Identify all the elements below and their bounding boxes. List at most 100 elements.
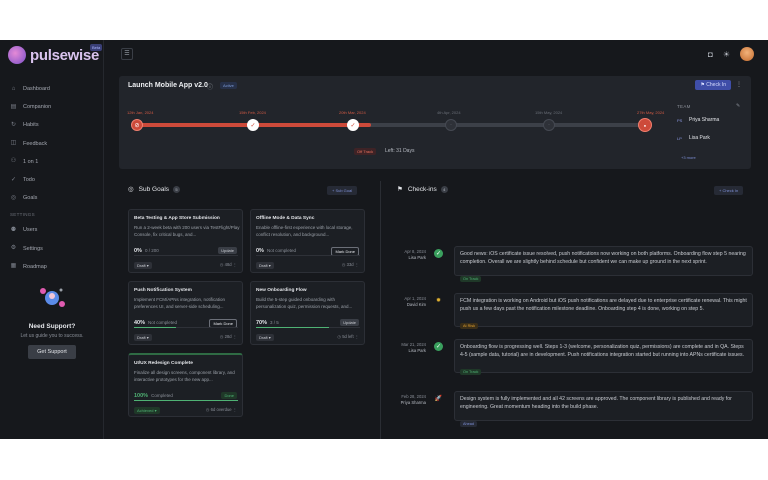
- goal-title: Launch Mobile App v2.0: [128, 82, 208, 89]
- member-initials: LP: [677, 135, 682, 141]
- target-icon: ◎: [128, 186, 134, 193]
- checkin-status-tag: Ahead: [460, 420, 477, 427]
- subgoal-more-icon[interactable]: ⋮: [355, 334, 359, 339]
- at-risk-icon: ✹: [435, 298, 442, 304]
- notifications-icon[interactable]: ◘: [708, 50, 713, 59]
- sidebar-item-goals[interactable]: ◎ Goals: [0, 189, 104, 207]
- milestone-pending-icon[interactable]: ·: [543, 119, 555, 131]
- checkin-card[interactable]: Good news: iOS certificate issue resolve…: [454, 246, 753, 282]
- sidebar-item-settings[interactable]: ⚙ Settings: [0, 240, 104, 258]
- checkin-author: Priya Sharma: [400, 400, 426, 405]
- user-icon: ⚉: [10, 226, 17, 233]
- subgoal-action-button[interactable]: Update: [340, 319, 359, 326]
- view-team-link[interactable]: +3 more: [681, 155, 696, 160]
- support-illustration-icon: [37, 285, 67, 311]
- checkin-date: Apr 8, 2024: [404, 249, 426, 254]
- subgoal-due-text: ◷ 5d left: [337, 334, 354, 339]
- subgoal-progress-text: 70% 3 / 5: [256, 320, 279, 326]
- sidebar-item-habits[interactable]: ↻ Habits: [0, 116, 104, 134]
- subgoal-more-icon[interactable]: ⋮: [233, 334, 237, 339]
- beta-badge: Beta: [90, 44, 103, 51]
- team-member[interactable]: LP Lisa Park: [677, 135, 710, 141]
- milestone-done-icon[interactable]: ✓: [247, 119, 259, 131]
- on-track-icon: ✓: [434, 249, 443, 258]
- column-divider: [380, 181, 381, 439]
- edit-team-icon[interactable]: ✎: [736, 103, 740, 109]
- subgoal-due-meta: ◷ 6d overdue ⋮: [206, 407, 237, 412]
- subgoal-card[interactable]: Offline Mode & Data Sync Enable offline-f…: [250, 209, 365, 273]
- team-member[interactable]: PS Priya Sharma: [677, 117, 719, 123]
- more-options-icon[interactable]: ⋮: [736, 81, 742, 88]
- sidebar-item-label: 1 on 1: [23, 158, 39, 165]
- checkin-card[interactable]: FCM integration is working on Android bu…: [454, 293, 753, 329]
- subgoal-status-dropdown[interactable]: Draft ▾: [256, 334, 274, 341]
- checkin-status-tag: At Risk: [460, 322, 479, 329]
- milestone-done-icon[interactable]: ✓: [347, 119, 359, 131]
- subgoal-percent: 0%: [134, 248, 142, 254]
- add-checkin-button[interactable]: + Check In: [714, 186, 744, 195]
- add-subgoal-button[interactable]: + Sub Goal: [327, 186, 358, 195]
- subgoal-card[interactable]: New Onboarding Flow Build the 5-step guid…: [250, 281, 365, 345]
- subgoal-title: New Onboarding Flow: [256, 288, 307, 293]
- subgoal-status-label: Achieved: [137, 408, 154, 413]
- subgoal-status-dropdown[interactable]: Achieved ▾: [134, 407, 160, 414]
- target-icon: ◎: [10, 194, 17, 201]
- goal-status-pill: Off Track: [354, 148, 377, 155]
- sidebar-item-companion[interactable]: ▤ Companion: [0, 98, 104, 116]
- sidebar-item-todo[interactable]: ✓ Todo: [0, 171, 104, 189]
- menu-toggle-icon[interactable]: ☰: [121, 48, 133, 60]
- subgoal-progress-detail: Not completed: [266, 248, 296, 253]
- brand-logo[interactable]: pulsewise: [8, 46, 99, 64]
- home-icon: ⌂: [11, 85, 16, 92]
- sidebar-item-feedback[interactable]: ◫ Feedback: [0, 135, 104, 153]
- get-support-button[interactable]: Get Support: [28, 345, 76, 359]
- subgoal-percent: 100%: [134, 393, 149, 399]
- check-in-button[interactable]: ⚑ Check In: [695, 80, 731, 90]
- checkin-status-tag: On Track: [460, 368, 482, 375]
- subgoal-description: Build the 5-step guided onboarding with …: [256, 297, 353, 309]
- milestone-date: 4th Apr, 2024: [437, 110, 461, 115]
- sidebar-item-dashboard[interactable]: ⌂ Dashboard: [0, 80, 104, 98]
- checkin-card[interactable]: Design system is fully implemented and a…: [454, 391, 753, 427]
- subgoal-more-icon[interactable]: ⋮: [233, 262, 237, 267]
- theme-toggle-icon[interactable]: ☀: [723, 50, 730, 59]
- subgoal-card[interactable]: Beta Testing & App Store Submission Run a…: [128, 209, 243, 273]
- subgoal-status-dropdown[interactable]: Draft ▾: [134, 334, 152, 341]
- sidebar-item-roadmap[interactable]: ▦ Roadmap: [0, 258, 104, 276]
- subgoal-progress-fill: [134, 400, 238, 401]
- subgoal-due-meta: ◷ 33d ⋮: [342, 262, 359, 267]
- subgoal-card[interactable]: Push Notification System Implement FCM/AP…: [128, 281, 243, 345]
- sidebar-item-label: Companion: [23, 104, 52, 111]
- milestone-end-marker[interactable]: ●: [638, 118, 652, 132]
- checkin-card[interactable]: Onboarding flow is progressing well. Ste…: [454, 339, 753, 375]
- subgoal-progress-detail: Not completed: [148, 320, 178, 325]
- sidebar-item-users[interactable]: ⚉ Users: [0, 221, 104, 239]
- milestone-date: 27th May, 2024: [637, 110, 665, 115]
- subgoal-more-icon[interactable]: ⋮: [355, 262, 359, 267]
- subgoal-due-text: ◷ 33d: [341, 262, 354, 267]
- subgoal-card[interactable]: UI/UX Redesign Complete Finalize all desi…: [128, 353, 243, 417]
- subgoals-heading: ◎ Sub Goals 5: [128, 185, 181, 193]
- milestone-pending-icon[interactable]: ·: [445, 119, 457, 131]
- subgoal-status-dropdown[interactable]: Draft ▾: [134, 262, 152, 269]
- settings-section-label: SETTINGS: [10, 211, 35, 217]
- subgoal-progress-bar: [134, 255, 238, 256]
- subgoal-action-button[interactable]: Update: [218, 247, 237, 254]
- milestone-start-icon[interactable]: ⊘: [131, 119, 143, 131]
- subgoal-progress-detail: Completed: [151, 393, 173, 398]
- support-title: Need Support?: [28, 323, 76, 330]
- info-icon[interactable]: ⓘ: [207, 82, 213, 91]
- milestone-date: 15th May, 2024: [535, 110, 563, 115]
- goal-status-badge: Active: [220, 82, 237, 89]
- check-icon: ✓: [10, 176, 17, 183]
- sidebar-item-label: Feedback: [23, 140, 48, 147]
- support-text: Let us guide you to success.: [20, 333, 84, 339]
- subgoal-status-dropdown[interactable]: Draft ▾: [256, 262, 274, 269]
- user-avatar[interactable]: [740, 47, 754, 61]
- subgoals-title: Sub Goals: [138, 185, 170, 193]
- sidebar-item-1-on-1[interactable]: ⚇ 1 on 1: [0, 153, 104, 171]
- subgoal-action-button[interactable]: Done: [221, 392, 237, 399]
- subgoal-progress-text: 0% 0 / 200: [134, 248, 159, 254]
- refresh-icon: ↻: [10, 121, 17, 128]
- subgoal-more-icon[interactable]: ⋮: [233, 407, 237, 412]
